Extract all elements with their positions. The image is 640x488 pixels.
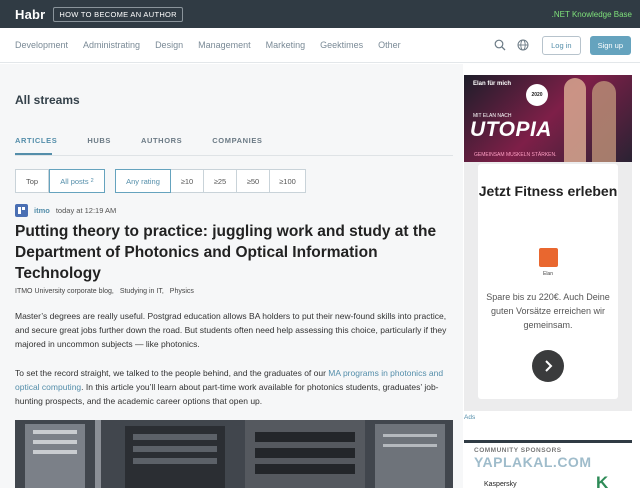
knowledge-base-link[interactable]: .NET Knowledge Base [552,10,632,19]
filter-any-rating-label: Any rating [126,176,160,186]
tab-articles[interactable]: ARTICLES [15,136,57,145]
nav-item-geektimes[interactable]: Geektimes [320,40,363,50]
nav-item-marketing[interactable]: Marketing [266,40,306,50]
filter-rating-10-button[interactable]: ≥10 [171,169,204,193]
filter-rating-100-label: ≥100 [279,176,296,186]
all-posts-count: 2 [90,178,94,184]
ad-model-figure [592,81,616,162]
filter-rating-10-label: ≥10 [180,176,194,186]
nav-item-development[interactable]: Development [15,40,68,50]
post-paragraph-1: Master’s degrees are really useful. Post… [15,311,447,349]
post-paragraph-2: To set the record straight, we talked to… [15,366,448,408]
post-hubs: ITMO University corporate blog, Studying… [15,288,200,295]
filter-all-posts-label: All posts [60,176,89,186]
ad-brand: Elan für mich [473,81,512,87]
filter-any-rating-button[interactable]: Any rating [115,169,171,193]
tab-hubs[interactable]: HUBS [87,136,111,145]
signup-button[interactable]: Sign up [589,35,631,55]
nav-item-other[interactable]: Other [378,40,401,50]
sponsor-logo[interactable]: K [596,473,608,488]
filter-rating-25-button[interactable]: ≥25 [204,169,237,193]
hub-link[interactable]: Physics [170,288,194,295]
page-title: All streams [15,93,80,107]
community-sponsors: COMMUNITY SPONSORS YAPLAKAL.COM Kaspersk… [464,440,632,488]
post-title[interactable]: Putting theory to practice: juggling wor… [15,221,440,284]
filter-rating-100-button[interactable]: ≥100 [270,169,306,193]
ad-logo-label: Elan [542,271,553,277]
nav-item-design[interactable]: Design [155,40,183,50]
avatar[interactable] [15,204,28,217]
post-filters: Top All posts 2 Any rating ≥10 ≥25 ≥50 ≥1… [15,169,306,193]
filter-top-label: Top [25,176,39,186]
filter-all-posts-button[interactable]: All posts 2 [49,169,105,193]
sponsor-kaspersky[interactable]: Kaspersky [484,481,517,488]
nav-actions: Log in Sign up [493,35,631,55]
post-image [15,420,453,488]
sponsors-heading: COMMUNITY SPONSORS [474,447,562,454]
tab-companies[interactable]: COMPANIES [212,136,262,145]
nav-item-administrating[interactable]: Administrating [83,40,140,50]
ad-banner[interactable]: Elan für mich 2020 MIT ELAN NACH UTOPIA … [464,75,632,162]
globe-icon[interactable] [516,38,530,52]
how-to-become-author-button[interactable]: HOW TO BECOME AN AUTHOR [53,6,183,22]
filter-rating-50-label: ≥50 [246,176,260,186]
filter-rating-50-button[interactable]: ≥50 [237,169,270,193]
hub-link[interactable]: Studying in IT, [120,288,164,295]
top-bar: Habr HOW TO BECOME AN AUTHOR .NET Knowle… [0,0,640,28]
nav-links: Development Administrating Design Manage… [15,40,416,50]
ad-model-figure [564,78,586,162]
hub-link[interactable]: ITMO University corporate blog, [15,288,114,295]
ad-badge: 2020 [526,84,548,106]
sidebar-ad[interactable]: Elan für mich 2020 MIT ELAN NACH UTOPIA … [464,75,632,411]
login-button[interactable]: Log in [542,35,581,55]
chevron-right-icon[interactable] [532,350,564,382]
active-tab-indicator [15,153,52,155]
ads-label[interactable]: Ads [464,414,475,421]
ad-text: Spare bis zu 220€. Auch Deine guten Vors… [486,292,610,330]
stream-tabs: ARTICLES HUBS AUTHORS COMPANIES [15,136,293,145]
ad-headline: UTOPIA [470,118,552,141]
post-author[interactable]: itmo [34,206,50,215]
paragraph-2-text-before: To set the record straight, we talked to… [15,368,329,378]
elan-logo-icon [539,248,558,267]
tabs-divider [15,155,453,156]
habr-logo[interactable]: Habr [15,7,45,22]
main-nav: Development Administrating Design Manage… [0,28,640,63]
post-meta: itmo today at 12:19 AM [15,204,116,217]
watermark: YAPLAKAL.COM [474,454,592,470]
post-time: today at 12:19 AM [55,206,117,215]
filter-rating-25-label: ≥25 [213,176,227,186]
nav-item-management[interactable]: Management [198,40,251,50]
ad-card[interactable]: Jetzt Fitness erleben Elan Spare bis zu … [478,164,618,399]
filter-top-button[interactable]: Top [15,169,49,193]
ad-tagline: GEMEINSAM MUSKELN STÄRKEN. [474,152,557,158]
search-icon[interactable] [493,38,507,52]
tab-authors[interactable]: AUTHORS [141,136,182,145]
ad-heading: Jetzt Fitness erleben [478,183,618,199]
